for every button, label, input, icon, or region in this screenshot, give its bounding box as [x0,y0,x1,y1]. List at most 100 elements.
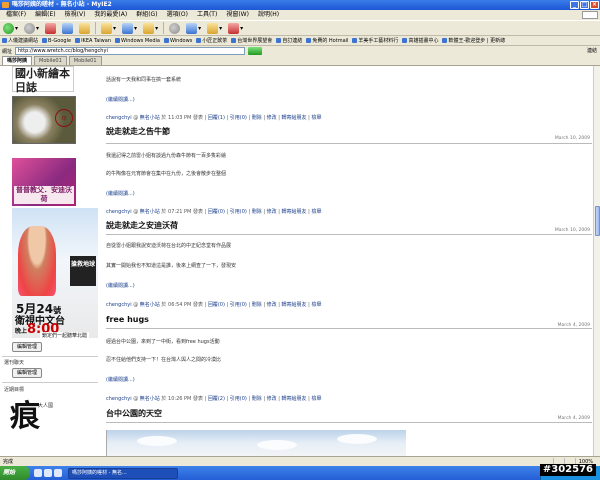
sidebar-ad-photo[interactable]: 印 [12,96,76,144]
link-item[interactable]: 高雄插畫中心 [402,36,438,45]
menu-group[interactable]: 群組(G) [136,10,157,20]
reply-link[interactable]: 回覆(1) [208,115,225,121]
sidebar-ad-andy-warhol[interactable]: 普普教父．安迪沃荷 [12,158,76,206]
delete-link[interactable]: 刪除 [252,115,262,121]
menu-view[interactable]: 檢視(V) [65,10,86,20]
post-title[interactable]: 說走就走之告牛節 [106,126,170,137]
edit-button[interactable]: ▾ [185,21,202,35]
post-title[interactable]: 台中公園的天空 [106,408,162,419]
menu-edit[interactable]: 編輯(E) [35,10,55,20]
sidebar-ad-picturebook[interactable]: 國小新繪本日誌 [12,66,74,94]
read-more-link[interactable]: (繼續閱讀...) [106,96,135,103]
trackback-link[interactable]: 引用(0) [230,209,247,215]
site-link[interactable]: 無名小站 [140,396,160,402]
print-button[interactable] [168,21,181,35]
reply-link[interactable]: 回覆(2) [208,396,225,402]
link-item[interactable]: 自訂連結 [276,36,302,45]
reply-link[interactable]: 回覆(0) [208,209,225,215]
quick-launch-icon[interactable] [44,469,52,477]
quick-launch-icon[interactable] [34,469,42,477]
taskbar-window-button[interactable]: 嗎莎阿姨的嗟材 - 無名... [68,467,178,479]
menu-favorites[interactable]: 我的最愛(A) [94,10,127,20]
link-item[interactable]: B-Google [42,36,71,45]
link-item[interactable]: 台灣世界展望會 [231,36,272,45]
reply-link[interactable]: 回覆(0) [208,302,225,308]
author-link[interactable]: chengchyi [106,209,132,215]
link-item[interactable]: 羊美手工藝材料行 [352,36,398,45]
image-id-watermark: #302576 [539,464,596,476]
delete-link[interactable]: 刪除 [252,209,262,215]
read-more-link[interactable]: (繼續閱讀...) [106,376,135,383]
report-link[interactable]: 檢舉 [311,302,321,308]
menu-file[interactable]: 檔案(F) [6,10,26,20]
author-link[interactable]: chengchyi [106,115,132,121]
forward-link[interactable]: 轉寄給朋友 [282,302,307,308]
manage-button[interactable]: 編輯管理 [12,342,43,352]
favorites-button[interactable]: ▾ [100,21,117,35]
delete-link[interactable]: 刪除 [252,396,262,402]
tab-mobile01[interactable]: Mobile01 [34,56,67,65]
edit-link[interactable]: 修改 [267,115,277,121]
report-link[interactable]: 檢舉 [311,209,321,215]
link-item[interactable]: 免費的 Hotmail [306,36,348,45]
start-button[interactable]: 開始 [0,466,30,480]
report-link[interactable]: 檢舉 [311,115,321,121]
forward-link[interactable]: 轉寄給朋友 [282,115,307,121]
scrollbar-thumb[interactable] [595,206,600,236]
read-more-link[interactable]: (繼續閱讀...) [106,190,135,197]
read-more-link[interactable]: (繼續閱讀...) [106,282,135,289]
forward-link[interactable]: 轉寄給朋友 [282,396,307,402]
sidebar-ad-tv[interactable]: 搶救地球 5月24號 衛視中文台 晚上8:00 鎖定們一起聽華北醋 [12,208,98,339]
history-icon [122,22,134,34]
mail-button[interactable]: ▾ [142,21,159,35]
edit-link[interactable]: 修改 [267,302,277,308]
sidebar-ad-giant[interactable]: 痕 大人國 [10,400,66,450]
link-item[interactable]: 軟體王-歡迎登步 | 更新總 [442,36,505,45]
author-link[interactable]: chengchyi [106,396,132,402]
maximize-button[interactable]: □ [580,1,589,9]
delete-link[interactable]: 刪除 [252,302,262,308]
manage-button-2[interactable]: 編輯管理 [12,368,43,378]
trackback-link[interactable]: 引用(0) [230,396,247,402]
edit-link[interactable]: 修改 [267,396,277,402]
menu-window[interactable]: 視窗(W) [226,10,249,20]
forward-button[interactable]: ▾ [23,21,40,35]
vertical-scrollbar[interactable] [593,66,600,456]
links-label[interactable]: 連結 [587,46,597,56]
site-link[interactable]: 無名小站 [140,302,160,308]
link-item[interactable]: Windows Media [115,36,160,45]
stop-button[interactable] [44,21,57,35]
tab-blog[interactable]: 嗎莎阿姨 [2,56,33,65]
close-button[interactable]: × [590,1,599,9]
history-button[interactable]: ▾ [121,21,138,35]
trackback-link[interactable]: 引用(0) [230,115,247,121]
post-title[interactable]: 說走就走之安迪沃荷 [106,220,178,231]
menu-tools[interactable]: 工具(T) [197,10,217,20]
minimize-button[interactable]: _ [570,1,579,9]
site-link[interactable]: 無名小站 [140,115,160,121]
home-button[interactable] [78,21,91,35]
address-input[interactable] [15,47,246,55]
go-button[interactable] [248,47,263,55]
back-button[interactable]: ▾ [2,21,19,35]
link-item[interactable]: 小匠正飲茶 [196,36,227,45]
divider [2,382,98,383]
menu-options[interactable]: 選項(O) [167,10,188,20]
link-item[interactable]: Windows [163,36,192,45]
author-link[interactable]: chengchyi [106,302,132,308]
section-label-music: 選刊聯天 [4,360,25,366]
tools-button[interactable]: ▾ [227,21,244,35]
refresh-button[interactable] [61,21,74,35]
report-link[interactable]: 檢舉 [311,396,321,402]
post-title[interactable]: free hugs [106,315,149,324]
edit-link[interactable]: 修改 [267,209,277,215]
quick-launch-icon[interactable] [54,469,62,477]
trackback-link[interactable]: 引用(0) [230,302,247,308]
link-item[interactable]: IKEA Taiwan [75,36,111,45]
menu-help[interactable]: 說明(H) [258,10,279,20]
forward-link[interactable]: 轉寄給朋友 [282,209,307,215]
link-item[interactable]: 人儀建議網站 [2,36,38,45]
site-link[interactable]: 無名小站 [140,209,160,215]
tab-mobile01-2[interactable]: Mobile01 [68,56,102,65]
zoom-button[interactable]: ▾ [206,21,223,35]
